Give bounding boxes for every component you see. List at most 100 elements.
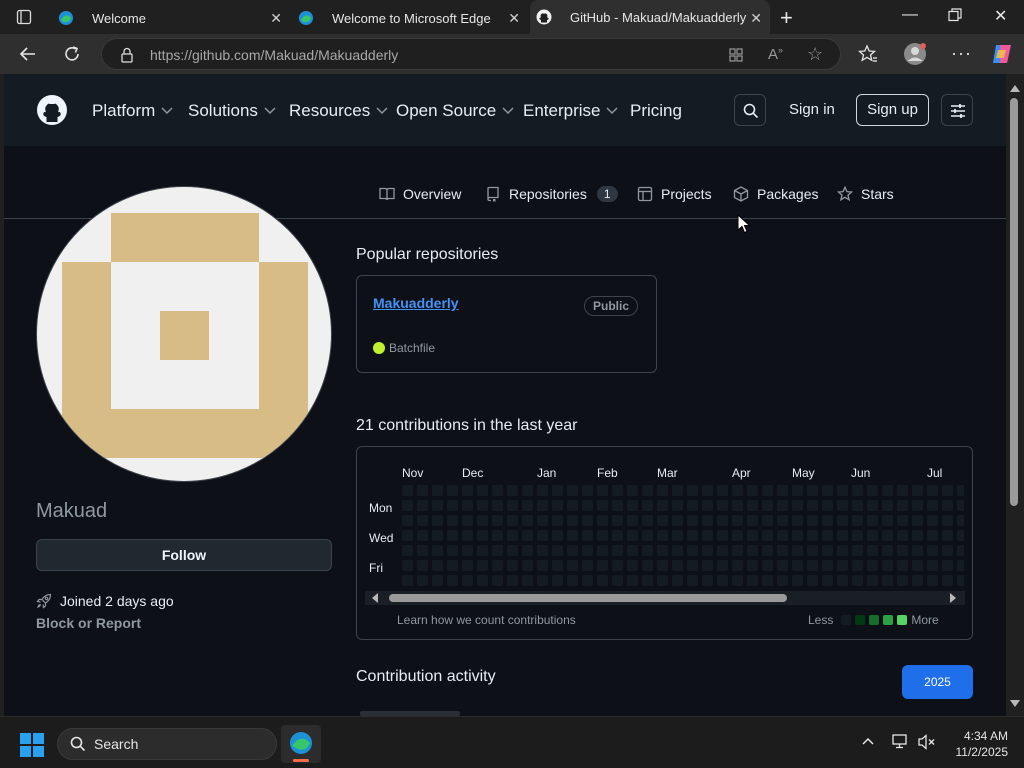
contribution-cell[interactable] <box>822 560 833 571</box>
nav-open-source[interactable]: Open Source <box>396 101 514 121</box>
contribution-cell[interactable] <box>567 560 578 571</box>
contribution-cell[interactable] <box>687 560 698 571</box>
contribution-cell[interactable] <box>672 500 683 511</box>
contribution-cell[interactable] <box>447 545 458 556</box>
contribution-cell[interactable] <box>912 575 923 586</box>
contribution-cell[interactable] <box>942 530 953 541</box>
contribution-cell[interactable] <box>492 500 503 511</box>
contribution-cell[interactable] <box>627 515 638 526</box>
contribution-cell[interactable] <box>462 530 473 541</box>
contribution-cell[interactable] <box>552 545 563 556</box>
contribution-cell[interactable] <box>432 560 443 571</box>
contribution-cell[interactable] <box>867 530 878 541</box>
contribution-cell[interactable] <box>912 515 923 526</box>
contribution-cell[interactable] <box>807 500 818 511</box>
contribution-cell[interactable] <box>402 575 413 586</box>
contribution-cell[interactable] <box>612 545 623 556</box>
contribution-cell[interactable] <box>432 575 443 586</box>
contribution-cell[interactable] <box>942 560 953 571</box>
contribution-cell[interactable] <box>522 575 533 586</box>
contribution-cell[interactable] <box>867 575 878 586</box>
taskbar-edge[interactable] <box>281 725 321 763</box>
sign-up-button[interactable]: Sign up <box>856 94 929 126</box>
contribution-cell[interactable] <box>702 575 713 586</box>
favorites-icon[interactable] <box>858 44 878 64</box>
contribution-cell[interactable] <box>627 575 638 586</box>
contribution-cell[interactable] <box>462 575 473 586</box>
contribution-cell[interactable] <box>432 500 443 511</box>
contribution-cell[interactable] <box>957 515 964 526</box>
contribution-cell[interactable] <box>657 530 668 541</box>
contribution-cell[interactable] <box>807 545 818 556</box>
contribution-cell[interactable] <box>597 545 608 556</box>
address-bar[interactable]: https://github.com/Makuad/Makuadderly A»… <box>101 38 841 70</box>
contribution-cell[interactable] <box>837 545 848 556</box>
contribution-cell[interactable] <box>792 500 803 511</box>
tab-github[interactable]: GitHub - Makuad/Makuadderly ✕ <box>530 0 770 34</box>
contribution-cell[interactable] <box>567 515 578 526</box>
contribution-cell[interactable] <box>897 500 908 511</box>
tab-stars[interactable]: Stars <box>837 186 894 202</box>
contribution-cell[interactable] <box>537 545 548 556</box>
contribution-cell[interactable] <box>597 485 608 496</box>
contribution-cell[interactable] <box>822 515 833 526</box>
contribution-cell[interactable] <box>942 545 953 556</box>
contribution-cell[interactable] <box>927 530 938 541</box>
contribution-cell[interactable] <box>792 515 803 526</box>
contribution-cell[interactable] <box>477 530 488 541</box>
contribution-cell[interactable] <box>762 560 773 571</box>
contribution-cell[interactable] <box>627 545 638 556</box>
contribution-cell[interactable] <box>492 575 503 586</box>
contribution-cell[interactable] <box>447 485 458 496</box>
scrollbar-thumb[interactable] <box>389 594 787 602</box>
contribution-cell[interactable] <box>702 545 713 556</box>
horizontal-scrollbar[interactable] <box>365 591 965 605</box>
contribution-cell[interactable] <box>597 575 608 586</box>
contribution-cell[interactable] <box>702 530 713 541</box>
contribution-cell[interactable] <box>447 575 458 586</box>
contribution-cell[interactable] <box>897 560 908 571</box>
contribution-cell[interactable] <box>552 515 563 526</box>
contribution-cell[interactable] <box>642 500 653 511</box>
scroll-down-icon[interactable] <box>1010 700 1020 708</box>
app-available-icon[interactable] <box>728 47 744 63</box>
contribution-cell[interactable] <box>492 485 503 496</box>
contribution-cell[interactable] <box>912 530 923 541</box>
contribution-cell[interactable] <box>657 500 668 511</box>
contribution-cell[interactable] <box>672 530 683 541</box>
contribution-cell[interactable] <box>627 500 638 511</box>
contribution-cell[interactable] <box>417 485 428 496</box>
contribution-cell[interactable] <box>552 530 563 541</box>
contribution-cell[interactable] <box>957 560 964 571</box>
contribution-cell[interactable] <box>522 500 533 511</box>
contribution-cell[interactable] <box>807 485 818 496</box>
lock-icon[interactable] <box>120 47 134 63</box>
contribution-cell[interactable] <box>522 485 533 496</box>
back-icon[interactable] <box>18 44 38 64</box>
tab-welcome-edge[interactable]: Welcome to Microsoft Edge ✕ <box>292 4 528 32</box>
contribution-cell[interactable] <box>732 500 743 511</box>
contribution-cell[interactable] <box>702 485 713 496</box>
contribution-cell[interactable] <box>597 530 608 541</box>
contribution-cell[interactable] <box>822 500 833 511</box>
contribution-cell[interactable] <box>762 500 773 511</box>
contribution-cell[interactable] <box>777 515 788 526</box>
contribution-cell[interactable] <box>657 575 668 586</box>
contribution-cell[interactable] <box>777 485 788 496</box>
contribution-cell[interactable] <box>492 560 503 571</box>
contribution-cell[interactable] <box>912 545 923 556</box>
read-aloud-icon[interactable]: A» <box>768 45 783 63</box>
contribution-cell[interactable] <box>417 545 428 556</box>
contribution-cell[interactable] <box>867 560 878 571</box>
start-button[interactable] <box>20 733 44 757</box>
contribution-cell[interactable] <box>447 500 458 511</box>
contribution-cell[interactable] <box>657 560 668 571</box>
contribution-cell[interactable] <box>807 530 818 541</box>
contribution-cell[interactable] <box>537 575 548 586</box>
contribution-cell[interactable] <box>432 545 443 556</box>
contribution-cell[interactable] <box>852 545 863 556</box>
contribution-cell[interactable] <box>957 485 964 496</box>
contribution-cell[interactable] <box>567 530 578 541</box>
tab-projects[interactable]: Projects <box>637 186 712 202</box>
contribution-cell[interactable] <box>417 500 428 511</box>
